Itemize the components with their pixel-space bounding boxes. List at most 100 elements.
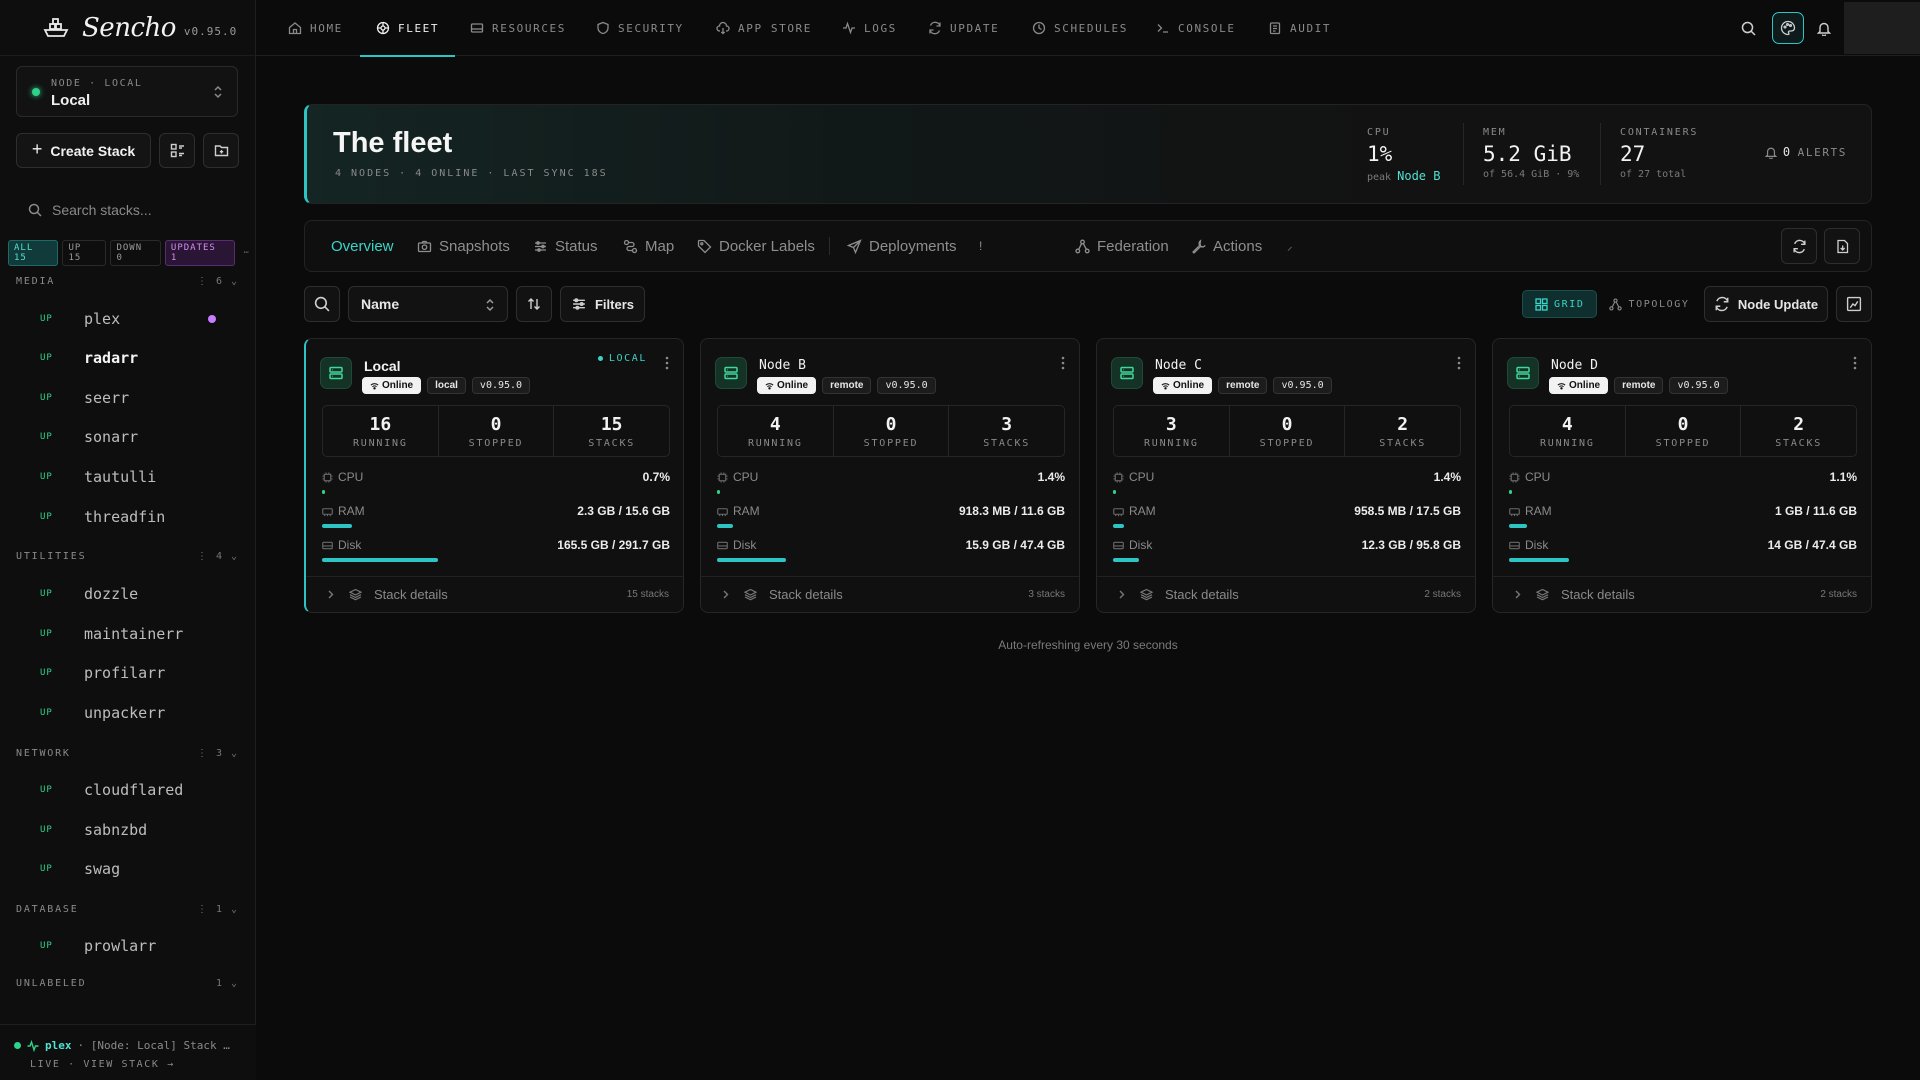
stack-item-dozzle[interactable]: UP dozzle (16, 580, 238, 608)
tab-status[interactable]: Status (533, 221, 598, 271)
group-header-database[interactable]: DATABASE ⋮ 1 ⌄ (16, 904, 238, 920)
kebab-icon[interactable]: ⋮ (197, 748, 208, 759)
tab-logs[interactable]: LOGS (842, 0, 897, 56)
chevron-down-icon[interactable]: ⌄ (231, 276, 238, 287)
cpu-value: 1.4% (1433, 470, 1461, 484)
sort-select[interactable]: Name (348, 286, 508, 322)
theme-palette-button[interactable] (1772, 12, 1804, 44)
stack-count-footer: 2 stacks (1424, 589, 1461, 600)
group-header-media[interactable]: MEDIA ⋮ 6 ⌄ (16, 276, 238, 292)
chevron-down-icon[interactable]: ⌄ (231, 551, 238, 562)
stack-details-toggle[interactable]: Stack details 3 stacks (701, 576, 1079, 612)
stack-item-threadfin[interactable]: UP threadfin (16, 503, 238, 531)
filter-up-chip[interactable]: UP 15 (62, 240, 107, 266)
group-header-unlabeled[interactable]: UNLABELED 1 ⌄ (16, 978, 238, 994)
stack-item-sabnzbd[interactable]: UP sabnzbd (16, 816, 238, 844)
stacks-label: STACKS (1775, 437, 1823, 449)
tab-overview[interactable]: Overview (331, 221, 394, 271)
global-search-button[interactable] (1732, 12, 1764, 44)
stack-details-toggle[interactable]: Stack details 15 stacks (306, 576, 683, 612)
brand[interactable]: Sencho v0.95.0 (0, 0, 255, 56)
tab-resources[interactable]: RESOURCES (470, 0, 566, 56)
view-stack-link[interactable]: LIVE · VIEW STACK → (30, 1059, 175, 1070)
deployments-info-icon[interactable]: ! (979, 221, 982, 271)
filter-down-chip[interactable]: DOWN 0 (110, 240, 161, 266)
cpu-bar-fill (322, 490, 325, 494)
tab-fleet[interactable]: FLEET (359, 0, 456, 57)
chevron-down-icon[interactable]: ⌄ (231, 978, 238, 989)
tab-console[interactable]: CONSOLE (1156, 0, 1236, 56)
import-folder-button[interactable] (203, 133, 239, 168)
stack-item-cloudflared[interactable]: UP cloudflared (16, 776, 238, 804)
tab-update[interactable]: UPDATE (928, 0, 999, 56)
stack-item-profilarr[interactable]: UP profilarr (16, 659, 238, 687)
tab-label: Status (555, 237, 598, 255)
tab-schedules[interactable]: SCHEDULES (1032, 0, 1128, 56)
group-name: NETWORK (16, 748, 71, 759)
stack-item-radarr[interactable]: UP radarr (16, 344, 238, 372)
chevron-down-icon[interactable]: ⌄ (231, 904, 238, 915)
grid-view-button[interactable]: GRID (1522, 290, 1598, 318)
stack-item-plex[interactable]: UP plex (16, 305, 238, 333)
stack-status: UP (40, 785, 53, 795)
tab-docker-labels[interactable]: Docker Labels (697, 221, 815, 271)
disk-metric: Disk 15.9 GB / 47.4 GB (717, 538, 1065, 566)
node-card-node-d[interactable]: Node D Online remote v0.95.0 4 RUNNING 0 S… (1492, 338, 1872, 613)
tab-federation[interactable]: Federation (1075, 221, 1169, 271)
node-card-node-c[interactable]: Node C Online remote v0.95.0 3 RUNNING 0 S… (1096, 338, 1476, 613)
cpu-icon (1113, 471, 1124, 483)
stack-item-tautulli[interactable]: UP tautulli (16, 463, 238, 491)
filter-updates-chip[interactable]: UPDATES 1 (164, 240, 235, 266)
card-menu-icon[interactable] (1457, 355, 1461, 371)
node-card-local[interactable]: Local Online local v0.95.0 16 RUNNING 0 ST… (304, 338, 684, 613)
helm-icon (376, 21, 390, 35)
kebab-icon[interactable]: ⋮ (197, 904, 208, 915)
export-button[interactable] (1824, 228, 1860, 264)
group-header-utilities[interactable]: UTILITIES ⋮ 4 ⌄ (16, 551, 238, 567)
stack-item-prowlarr[interactable]: UP prowlarr (16, 932, 238, 960)
tab-home[interactable]: HOME (288, 0, 343, 56)
cpu-value: 0.7% (642, 470, 670, 484)
template-grid-button[interactable] (159, 133, 195, 168)
alerts-indicator[interactable]: 0 ALERTS (1764, 145, 1847, 159)
tab-app-store[interactable]: APP STORE (716, 0, 812, 56)
topology-view-button[interactable]: TOPOLOGY (1597, 290, 1701, 318)
tab-snapshots[interactable]: Snapshots (417, 221, 510, 271)
avatar[interactable] (1844, 2, 1920, 54)
stack-search-input[interactable]: Search stacks... (16, 196, 238, 224)
group-header-network[interactable]: NETWORK ⋮ 3 ⌄ (16, 748, 238, 764)
create-stack-button[interactable]: + Create Stack (16, 133, 151, 168)
actions-edit-icon[interactable]: ⸝ (1287, 221, 1293, 271)
fleet-search-button[interactable] (304, 286, 340, 322)
node-update-button[interactable]: Node Update (1704, 286, 1828, 322)
tab-audit[interactable]: AUDIT (1268, 0, 1331, 56)
chevron-down-icon[interactable]: ⌄ (231, 748, 238, 759)
kebab-icon[interactable]: ⋮ (197, 276, 208, 287)
stack-item-maintainerr[interactable]: UP maintainerr (16, 620, 238, 648)
filters-button[interactable]: Filters (560, 286, 645, 322)
tab-deployments[interactable]: Deployments (847, 221, 957, 271)
refresh-button[interactable] (1781, 228, 1817, 264)
filter-all-chip[interactable]: ALL 15 (8, 240, 59, 266)
tab-security[interactable]: SECURITY (596, 0, 684, 56)
stack-item-unpackerr[interactable]: UP unpackerr (16, 699, 238, 727)
card-menu-icon[interactable] (1061, 355, 1065, 371)
sort-direction-button[interactable] (516, 286, 552, 322)
card-menu-icon[interactable] (1853, 355, 1857, 371)
node-card-node-b[interactable]: Node B Online remote v0.95.0 4 RUNNING 0 S… (700, 338, 1080, 613)
node-name: Node B (759, 358, 806, 373)
tab-map[interactable]: Map (623, 221, 674, 271)
node-selector[interactable]: NODE · LOCAL Local (16, 66, 238, 117)
filter-more-icon[interactable]: ⋯ (239, 246, 255, 260)
notifications-button[interactable] (1808, 12, 1840, 44)
kebab-icon[interactable]: ⋮ (197, 551, 208, 562)
card-menu-icon[interactable] (665, 355, 669, 371)
tab-actions[interactable]: Actions (1191, 221, 1262, 271)
stack-item-sonarr[interactable]: UP sonarr (16, 423, 238, 451)
chart-view-button[interactable] (1836, 286, 1872, 322)
stack-details-toggle[interactable]: Stack details 2 stacks (1493, 576, 1871, 612)
stack-item-swag[interactable]: UP swag (16, 855, 238, 883)
stack-item-seerr[interactable]: UP seerr (16, 384, 238, 412)
activity-ticker[interactable]: plex · [Node: Local] Stack … LIVE · VIEW… (0, 1024, 256, 1080)
stack-details-toggle[interactable]: Stack details 2 stacks (1097, 576, 1475, 612)
